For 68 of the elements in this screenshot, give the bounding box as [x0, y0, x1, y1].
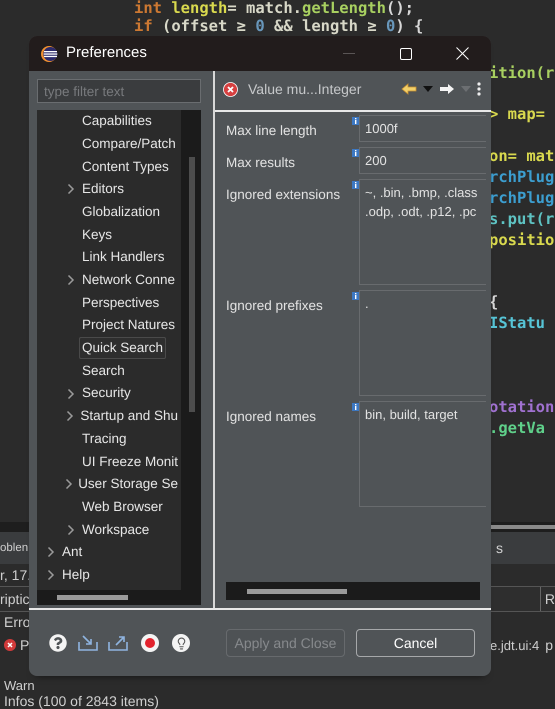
column-header[interactable]: riptic [0, 588, 30, 610]
field-value: .odp, .odt, .p12, .pc [365, 203, 478, 221]
text-area[interactable]: . [359, 290, 486, 396]
code-text: s.put(r [489, 208, 554, 230]
field-label: Ignored extensions [226, 186, 342, 204]
tree-item[interactable]: Content Types [79, 156, 172, 178]
code-text: rchPlug [489, 188, 554, 209]
summary-text: r, 17. [0, 566, 32, 585]
tree-item[interactable]: Ant [59, 541, 86, 564]
tree-item[interactable]: Globalization [79, 200, 164, 224]
tree-item[interactable]: Web Browser [79, 496, 166, 518]
tree-item[interactable]: Startup and Shu [77, 405, 181, 428]
field-label: Max results [226, 154, 296, 172]
field-label: Ignored names [226, 408, 318, 426]
code-text: ition(r [489, 62, 554, 84]
code-text: { [489, 292, 498, 314]
code-token: ) { [395, 16, 424, 38]
table-cell-text: p [545, 636, 553, 655]
field-value: 200 [365, 152, 388, 170]
code-token: int [134, 0, 163, 18]
input-field[interactable]: 200 [359, 147, 486, 174]
field-value: bin, build, target [365, 406, 459, 424]
window-title: Preferences [66, 43, 147, 64]
error-message: Value mu...Integer [248, 80, 362, 99]
tree-item[interactable]: UI Freeze Monit [78, 450, 181, 473]
panel-tab[interactable]: s [496, 538, 503, 559]
code-token: getLength [302, 0, 386, 19]
tree-item[interactable]: Security [79, 382, 134, 405]
tree-item[interactable]: Keys [79, 224, 116, 246]
table-cell-text: e.jdt.ui:4 [490, 636, 540, 655]
filter-field[interactable]: type filter text [37, 79, 201, 103]
group-label[interactable]: Erro [4, 612, 30, 633]
code-token: if [134, 16, 153, 38]
field-label: Max line length [226, 122, 318, 140]
tree-item[interactable]: Compare/Patch [79, 132, 179, 156]
text-area[interactable]: bin, build, target [359, 401, 486, 507]
tree-item[interactable]: Network Conne [79, 269, 178, 292]
code-text: IStatu [489, 313, 545, 334]
dialog-button[interactable]: Cancel [356, 629, 475, 657]
code-text: .getVa [489, 418, 545, 439]
code-text: rchPlug [489, 166, 554, 188]
field-value: ~, .bin, .bmp, .class [365, 184, 478, 202]
code-token: (offset ≥ [161, 16, 247, 38]
code-token: (); [386, 0, 414, 19]
column-header[interactable]: R [540, 587, 555, 612]
input-field[interactable]: 1000f [359, 115, 486, 142]
code-token: 0 [386, 16, 396, 38]
tree-item[interactable]: User Storage Se [75, 473, 181, 496]
text-area[interactable]: ~, .bin, .bmp, .class .odp, .odt, .p12, .pc [359, 179, 486, 285]
tree-item[interactable]: Workspace [79, 518, 152, 541]
tree-item[interactable]: Quick Search [79, 337, 166, 360]
code-text: positio [489, 230, 554, 251]
table-cell-text: P [20, 636, 30, 655]
code-token: length [171, 0, 228, 19]
tree-item[interactable]: Editors [79, 178, 128, 201]
tree-item[interactable]: Capabilities [79, 110, 155, 132]
code-text: otation [489, 396, 554, 418]
tree-item[interactable]: Perspectives [79, 292, 162, 314]
field-label: Ignored prefixes [226, 297, 324, 315]
code-token: && length ≥ [273, 16, 378, 38]
tree-item[interactable]: Search [79, 360, 128, 382]
field-value: . [365, 295, 370, 313]
field-value: 1000f [365, 120, 399, 138]
tree-item[interactable]: Tracing [79, 428, 130, 450]
tree-item[interactable]: Help [59, 564, 93, 586]
tree-item[interactable]: Link Handlers [79, 246, 168, 269]
tree-item[interactable]: Project Natures [79, 314, 178, 337]
panel-tab[interactable]: oblen [0, 540, 28, 557]
